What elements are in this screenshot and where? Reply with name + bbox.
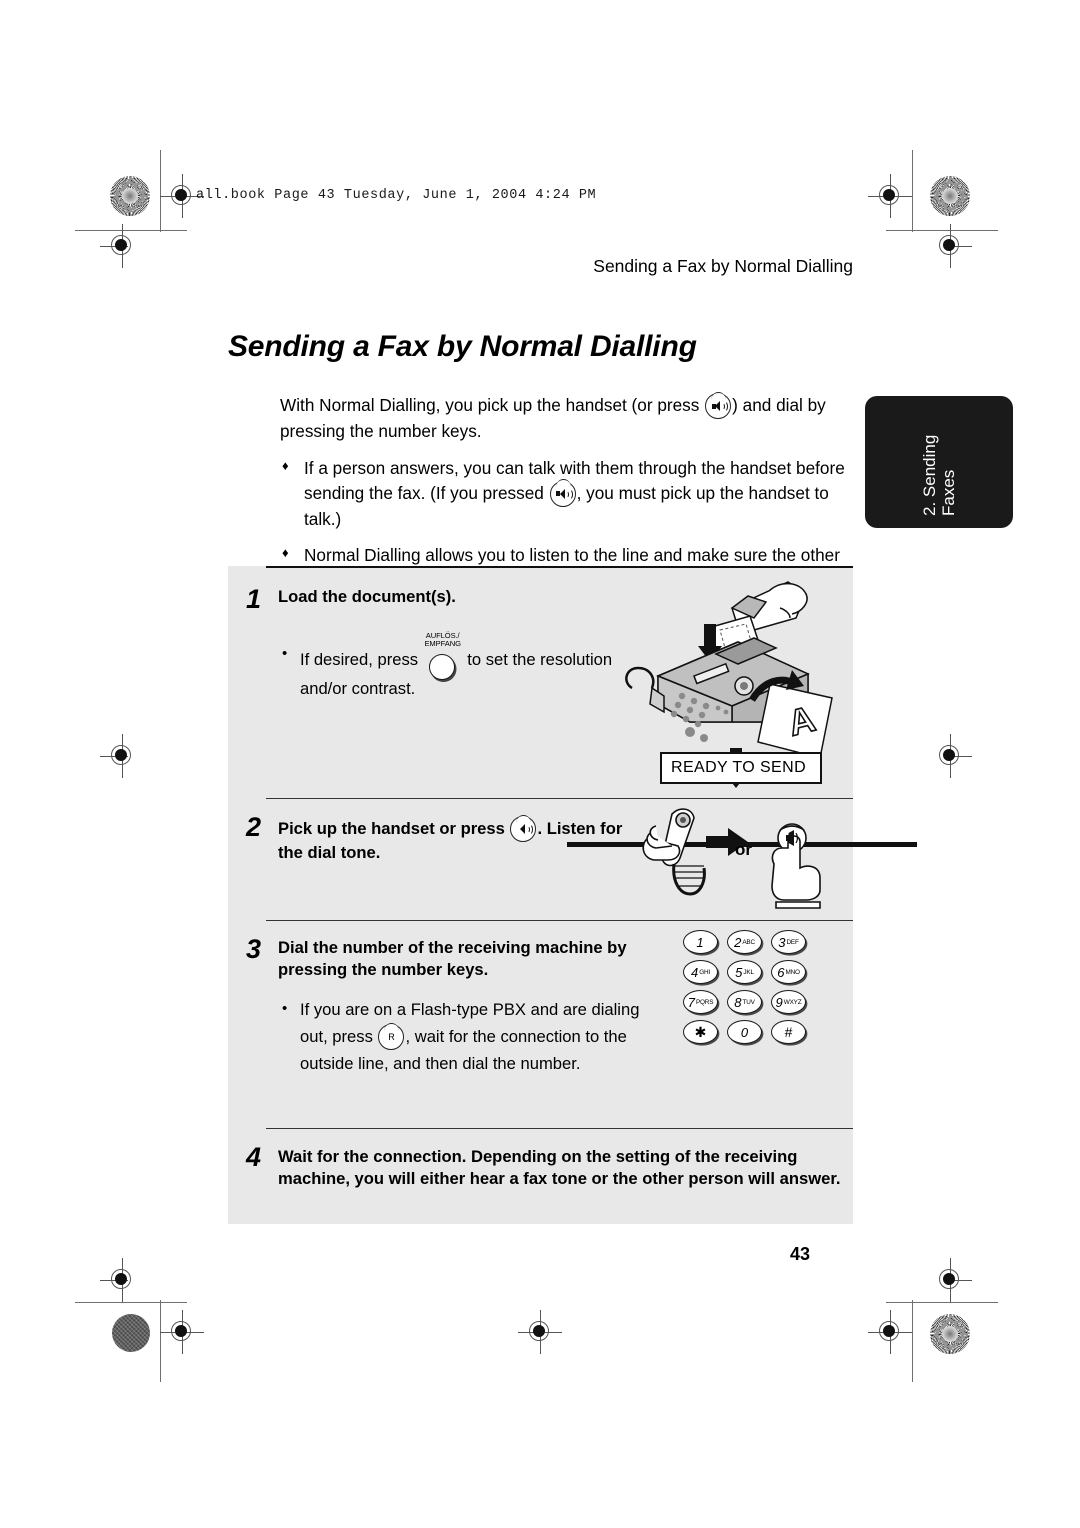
flash-r-button-icon: R [378, 1022, 405, 1051]
numeric-keypad: 1 2 ABC 3 DEF 4 GHI 5 JKL 6 MNO 7 PQRS 8 TUV 9W… [683, 930, 807, 1050]
fax-display-text: READY TO SEND [671, 759, 807, 776]
keypad-row: ✱ 0 # [683, 1020, 807, 1044]
intro-bullet-1: ♦ If a person answers, you can talk with… [280, 456, 860, 531]
registration-mark-right-lower [928, 1258, 972, 1302]
fax-display-panel: READY TO SEND [660, 752, 822, 784]
registration-mark-bottom-right [868, 1310, 912, 1354]
step-2-divider [266, 798, 853, 800]
key-3[interactable]: 3 DEF [771, 930, 806, 954]
key-9[interactable]: 9 WXYZ [771, 990, 806, 1014]
trim-line-bottom-right [886, 1302, 998, 1304]
key-4[interactable]: 4 GHI [683, 960, 718, 984]
gray-dot-mark-bottom-left [112, 1314, 150, 1352]
step-2: 2 Pick up the handset or press . Listen … [228, 798, 917, 920]
step-4-heading: Wait for the connection. Depending on th… [278, 1147, 841, 1189]
page-number: 43 [790, 1244, 811, 1264]
rosette-mark-top-right [930, 176, 970, 216]
trim-line-bottom-left [75, 1302, 187, 1304]
diamond-bullet-icon: ♦ [282, 545, 289, 561]
step-1-number: 1 [246, 584, 262, 614]
key-star[interactable]: ✱ [683, 1020, 718, 1044]
keypad-row: 4 GHI 5 JKL 6 MNO [683, 960, 807, 984]
registration-mark-left-middle [100, 734, 144, 778]
key-hash[interactable]: # [771, 1020, 806, 1044]
step-2-number: 2 [246, 812, 262, 842]
page-title: Sending a Fax by Normal Dialling [228, 330, 697, 363]
step-2-heading-pre: Pick up the handset or press [278, 819, 510, 838]
step-3: 3 Dial the number of the receiving machi… [228, 920, 853, 1128]
resolution-button-icon: AUFLÖS./EMPFANG [424, 632, 461, 681]
step-3-number: 3 [246, 934, 262, 964]
diamond-bullet-icon: ♦ [282, 458, 289, 474]
step-1-sub-pre: If desired, press [300, 650, 423, 670]
step-3-sub: • If you are on a Flash-type PBX and are… [278, 997, 668, 1078]
steps-panel: 1 Load the document(s). • If desired, pr… [228, 566, 917, 1224]
or-label: or [735, 840, 752, 859]
key-7[interactable]: 7 PQRS [683, 990, 718, 1014]
intro-paragraph-pre: With Normal Dialling, you pick up the ha… [280, 395, 705, 415]
speaker-button-icon [549, 479, 576, 507]
speaker-button-icon [510, 814, 917, 847]
trim-line-vertical-bottom-right [912, 1300, 914, 1382]
step-1-body: Load the document(s). • If desired, pres… [278, 586, 618, 703]
round-bullet-icon: • [282, 1000, 288, 1018]
speaker-button-icon [705, 391, 732, 419]
chapter-tab: 2. Sending Faxes [865, 396, 1013, 528]
key-0[interactable]: 0 [727, 1020, 762, 1044]
registration-mark-left-lower [100, 1258, 144, 1302]
step-2-heading: Pick up the handset or press . Listen fo… [278, 814, 917, 864]
step-3-body: Dial the number of the receiving machine… [278, 937, 668, 1078]
rosette-mark-bottom-right [930, 1314, 970, 1354]
round-bullet-icon: • [282, 645, 288, 663]
key-2[interactable]: 2 ABC [727, 930, 762, 954]
chapter-tab-text: 2. Sending Faxes [865, 396, 1013, 528]
step-4-divider [266, 1128, 853, 1130]
step-1: 1 Load the document(s). • If desired, pr… [228, 566, 853, 798]
key-8[interactable]: 8 TUV [727, 990, 762, 1014]
registration-mark-bottom-center [518, 1310, 562, 1354]
keypad-row: 1 2 ABC 3 DEF [683, 930, 807, 954]
step-3-divider [266, 920, 853, 922]
step-4-body: Wait for the connection. Depending on th… [278, 1146, 843, 1190]
key-5[interactable]: 5 JKL [727, 960, 762, 984]
step-2-body: Pick up the handset or press . Listen fo… [278, 814, 917, 864]
chapter-tab-line1: 2. Sending [919, 434, 939, 516]
step-1-heading: Load the document(s). [278, 587, 456, 606]
resolution-button-label-line2: EMPFANG [424, 639, 461, 649]
step-4: 4 Wait for the connection. Depending on … [228, 1128, 853, 1224]
registration-mark-top-right [868, 174, 912, 218]
step-4-number: 4 [246, 1142, 262, 1172]
registration-mark-bottom-left [160, 1310, 204, 1354]
key-1[interactable]: 1 [683, 930, 718, 954]
keypad-row: 7 PQRS 8 TUV 9 WXYZ [683, 990, 807, 1014]
handset-or-speaker-illustration: or [628, 802, 853, 914]
trim-line-vertical-right [912, 150, 914, 232]
intro-paragraph: With Normal Dialling, you pick up the ha… [280, 391, 860, 443]
step-3-heading: Dial the number of the receiving machine… [278, 938, 627, 980]
step-1-sub: • If desired, press AUFLÖS./EMPFANG to s… [278, 632, 618, 703]
chapter-tab-line2: Faxes [939, 469, 958, 516]
flash-r-button-label: R [388, 1031, 395, 1042]
print-slug: all.book Page 43 Tuesday, June 1, 2004 4… [196, 188, 597, 203]
key-6[interactable]: 6 MNO [771, 960, 806, 984]
registration-mark-right-upper [928, 224, 972, 268]
running-head: Sending a Fax by Normal Dialling [593, 256, 853, 276]
rosette-mark-top-left [110, 176, 150, 216]
registration-mark-right-middle [928, 734, 972, 778]
